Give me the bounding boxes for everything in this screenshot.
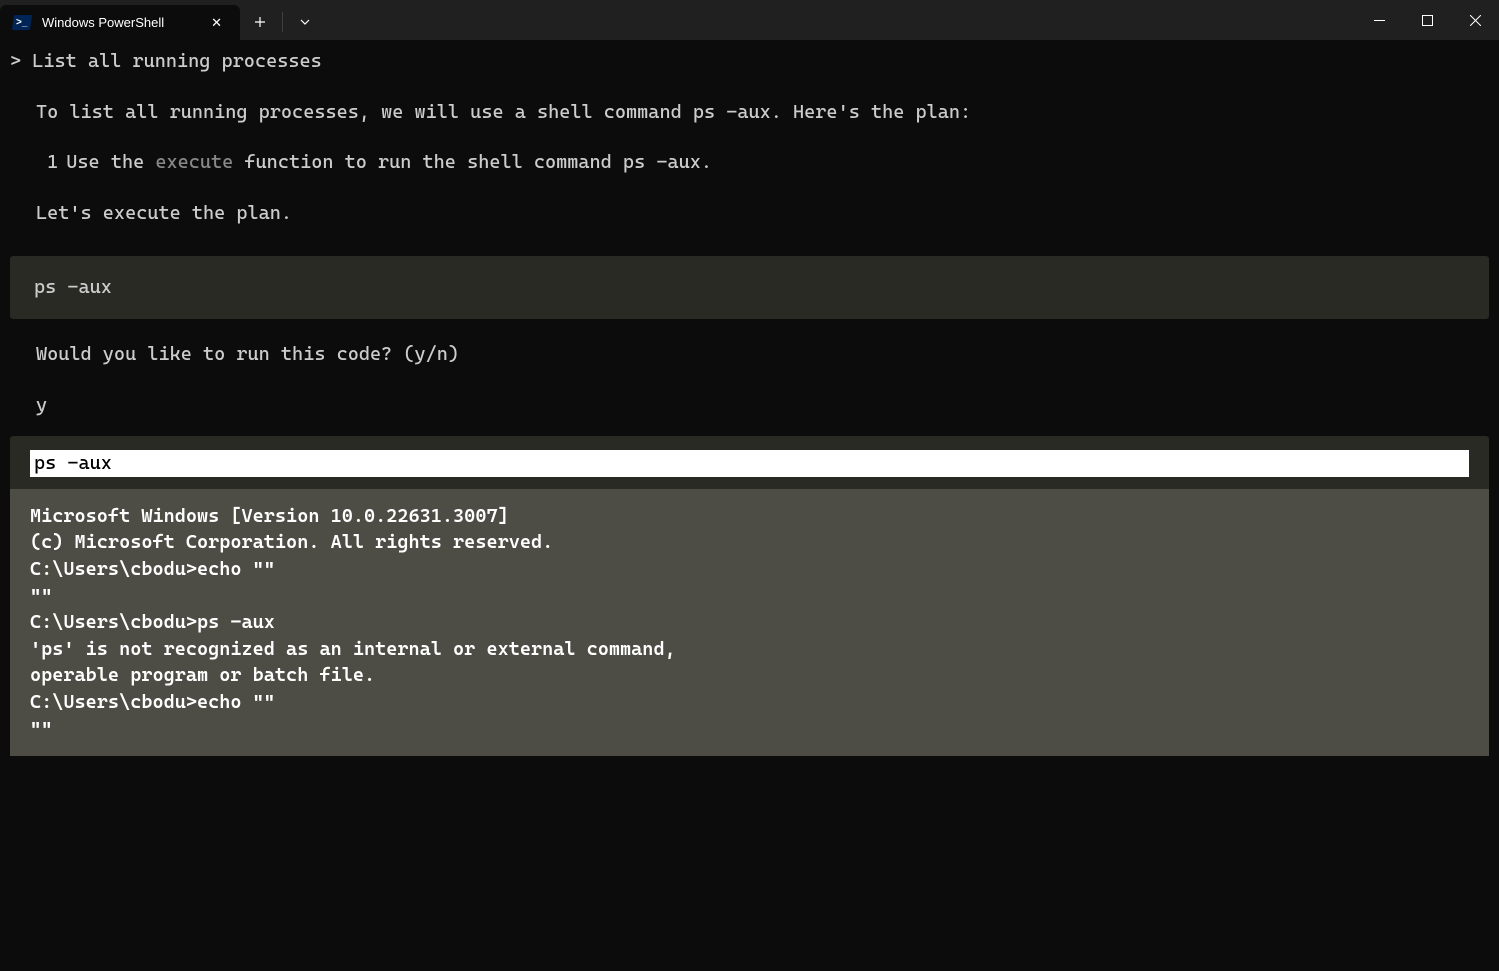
titlebar-drag-area[interactable] [325, 0, 1355, 40]
output-line: Microsoft Windows [Version 10.0.22631.30… [30, 503, 1469, 530]
step-text-prefix: Use the [66, 151, 155, 173]
user-input-text: List all running processes [32, 50, 321, 72]
prompt-line: > List all running processes [10, 48, 1489, 75]
step-1: 1 Use the execute function to run the she… [36, 149, 1489, 176]
window-controls [1355, 0, 1499, 40]
execution-output: ps -aux Microsoft Windows [Version 10.0.… [10, 436, 1489, 756]
output-line: C:\Users\cbodu>echo "" [30, 556, 1469, 583]
powershell-icon: >_ [12, 13, 32, 33]
output-line: (c) Microsoft Corporation. All rights re… [30, 529, 1469, 556]
command-output-body: Microsoft Windows [Version 10.0.22631.30… [10, 489, 1489, 756]
step-text-dim: execute [155, 151, 233, 173]
response-text-1: To list all running processes, we will u… [36, 99, 1489, 126]
output-line: "" [30, 583, 1469, 610]
output-line: "" [30, 716, 1469, 743]
tab-dropdown-button[interactable] [285, 4, 325, 40]
output-line: 'ps' is not recognized as an internal or… [30, 636, 1469, 663]
tab-title: Windows PowerShell [42, 15, 195, 30]
confirm-prompt: Would you like to run this code? (y/n) [36, 341, 1489, 368]
window-close-button[interactable] [1451, 0, 1499, 40]
confirm-answer: y [36, 392, 1489, 419]
divider [282, 12, 283, 32]
titlebar: >_ Windows PowerShell ✕ [0, 0, 1499, 40]
proposed-code-block: ps -aux [10, 256, 1489, 319]
tab-close-button[interactable]: ✕ [205, 11, 228, 35]
tab-actions [240, 4, 325, 40]
new-tab-button[interactable] [240, 4, 280, 40]
minimize-button[interactable] [1355, 0, 1403, 40]
maximize-button[interactable] [1403, 0, 1451, 40]
proposed-code-text: ps -aux [34, 274, 1465, 301]
executed-command-header: ps -aux [30, 450, 1469, 477]
tab-powershell[interactable]: >_ Windows PowerShell ✕ [0, 5, 240, 40]
output-line: C:\Users\cbodu>echo "" [30, 689, 1469, 716]
output-line: C:\Users\cbodu>ps -aux [30, 609, 1469, 636]
output-line: operable program or batch file. [30, 662, 1469, 689]
step-number: 1 [47, 151, 58, 173]
terminal-area[interactable]: > List all running processes To list all… [0, 40, 1499, 764]
step-text-suffix: function to run the shell command ps -au… [233, 151, 712, 173]
response-text-2: Let's execute the plan. [36, 200, 1489, 227]
assistant-response: To list all running processes, we will u… [36, 99, 1489, 227]
prompt-marker: > [10, 50, 21, 72]
